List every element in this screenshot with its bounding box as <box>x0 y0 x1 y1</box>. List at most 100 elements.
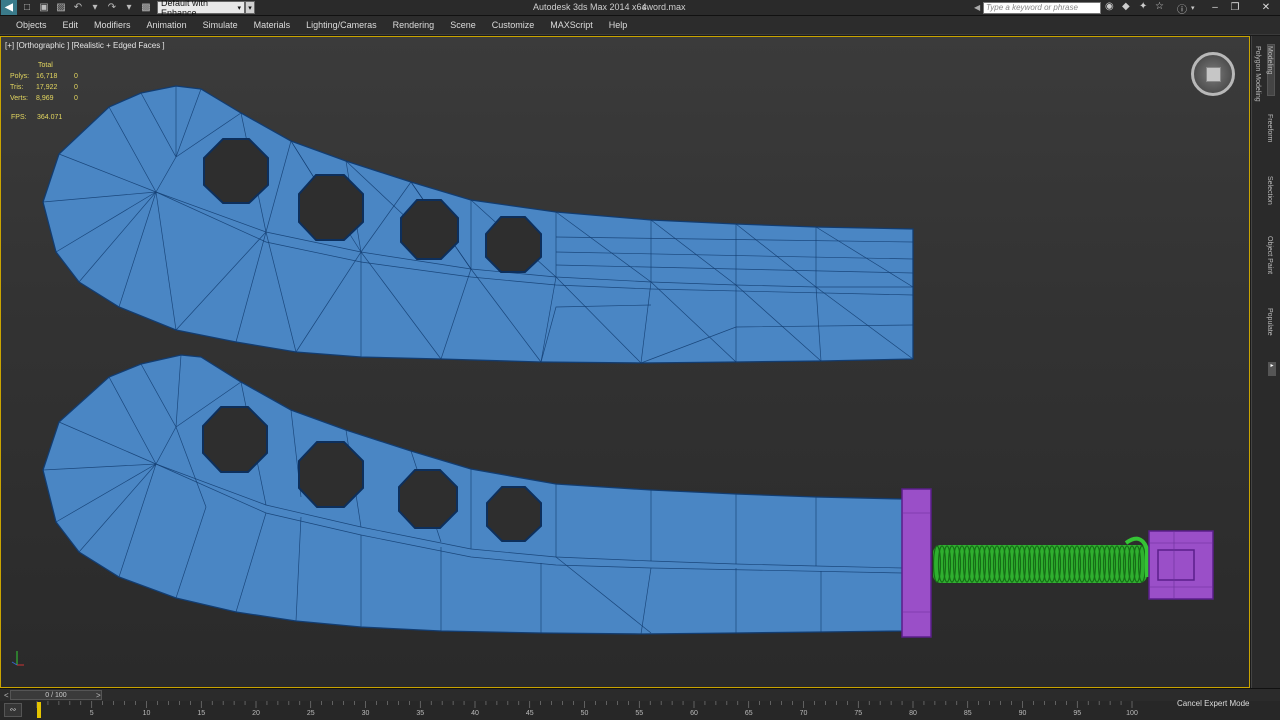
redo-icon[interactable]: ↷ <box>105 1 119 15</box>
menu-item-maxscript[interactable]: MAXScript <box>550 20 593 30</box>
track-bar-tick-label: 30 <box>361 710 370 717</box>
minimize-button[interactable]: – <box>1206 0 1224 14</box>
expand-panel-button[interactable]: ▸ <box>1268 362 1276 376</box>
track-bar-tick-label: 100 <box>1126 710 1138 717</box>
app-title: Autodesk 3ds Max 2014 x64 <box>533 2 647 12</box>
fps-readout: FPS: 364.071 <box>11 114 62 121</box>
stats-selected: 0 <box>74 95 78 102</box>
track-bar-tick-label: 5 <box>89 710 94 717</box>
fps-value: 364.071 <box>37 114 63 121</box>
undo-icon[interactable]: ↶ <box>71 1 85 15</box>
save-file-icon[interactable]: ▨ <box>54 1 68 15</box>
ribbon-tab-object-paint[interactable]: Object Paint <box>1266 236 1273 274</box>
menu-item-modifiers[interactable]: Modifiers <box>94 20 131 30</box>
time-slider-thumb[interactable]: 0 / 100 <box>10 690 102 700</box>
time-marker[interactable] <box>37 702 41 718</box>
help-dropdown-icon[interactable]: ▾ <box>1191 4 1195 12</box>
track-bar-tick-label: 50 <box>580 710 589 717</box>
subscription-icon[interactable]: ◆ <box>1122 1 1130 12</box>
menu-item-edit[interactable]: Edit <box>63 20 79 30</box>
redo-dropdown-icon[interactable]: ▾ <box>122 1 136 15</box>
track-bar-tick-label: 35 <box>416 710 425 717</box>
stats-selected: 0 <box>74 84 78 91</box>
stats-row: Tris: 17,922 0 <box>10 82 78 93</box>
sword-blade-bottom[interactable] <box>42 354 904 635</box>
menu-item-objects[interactable]: Objects <box>16 20 47 30</box>
menu-item-animation[interactable]: Animation <box>147 20 187 30</box>
track-bar-tick-label: 75 <box>854 710 863 717</box>
viewport-orthographic[interactable]: [+] [Orthographic ] [Realistic + Edged F… <box>0 36 1250 688</box>
stats-total: 16,718 <box>36 73 58 80</box>
ribbon-tab-selection[interactable]: Selection <box>1266 176 1273 205</box>
cancel-expert-mode-button[interactable]: Cancel Expert Mode <box>1177 699 1249 708</box>
stats-row: Polys: 16,718 0 <box>10 71 78 82</box>
time-slider-next-icon[interactable]: > <box>96 691 101 700</box>
restore-button[interactable]: ❐ <box>1226 0 1244 14</box>
menu-item-simulate[interactable]: Simulate <box>203 20 238 30</box>
stats-key: Polys: <box>10 73 30 80</box>
favorites-star-icon[interactable]: ☆ <box>1155 1 1164 12</box>
workspace-dropdown[interactable]: Default with Enhance ▾ <box>157 0 245 18</box>
new-file-icon[interactable]: □ <box>20 1 34 15</box>
viewcube-face[interactable] <box>1206 67 1221 82</box>
workspace-menu-button[interactable]: ▾ <box>245 1 255 14</box>
track-bar-tick-label: 90 <box>1018 710 1027 717</box>
menu-bar: Objects Edit Modifiers Animation Simulate Mat… <box>0 16 1280 35</box>
sword-grip[interactable] <box>932 536 1149 583</box>
help-search-input[interactable]: Type a keyword or phrase <box>983 2 1101 14</box>
app-logo-icon[interactable]: ◀ <box>1 0 17 15</box>
undo-dropdown-icon[interactable]: ▾ <box>88 1 102 15</box>
workspace-dropdown-label: Default with Enhance <box>161 0 209 18</box>
axis-tripod-icon <box>11 651 24 666</box>
stats-total: 17,922 <box>36 84 58 91</box>
viewport-label[interactable]: [+] [Orthographic ] [Realistic + Edged F… <box>5 41 165 50</box>
file-title: sword.max <box>642 2 686 12</box>
fps-key: FPS: <box>11 114 27 121</box>
ribbon-tab-polygon-modeling[interactable]: Polygon Modeling <box>1254 46 1261 102</box>
track-bar-tick-label: 55 <box>635 710 644 717</box>
stats-header: Total <box>38 62 53 69</box>
open-file-icon[interactable]: ▣ <box>37 1 51 15</box>
binoculars-icon[interactable]: ◉ <box>1105 1 1114 12</box>
stats-key: Verts: <box>10 95 28 102</box>
track-bar-tick-label: 60 <box>690 710 698 717</box>
track-bar-tick-label: 10 <box>142 710 151 717</box>
track-bar-tick-label: 25 <box>306 710 315 717</box>
track-bar-tick-label: 70 <box>799 710 808 717</box>
menu-item-scene[interactable]: Scene <box>450 20 476 30</box>
sword-guard[interactable] <box>901 488 932 638</box>
help-icon[interactable]: ⓘ <box>1177 1 1187 16</box>
ribbon-tab-freeform[interactable]: Freeform <box>1266 114 1273 142</box>
sword-pommel[interactable] <box>1148 530 1214 600</box>
track-bar-tick-label: 85 <box>963 710 972 717</box>
menu-item-help[interactable]: Help <box>609 20 628 30</box>
track-bar-ticks <box>36 701 1133 708</box>
track-bar-tick-label: 45 <box>525 710 534 717</box>
menu-item-lighting-cameras[interactable]: Lighting/Cameras <box>306 20 377 30</box>
stats-row: Verts: 8,969 0 <box>10 93 78 104</box>
close-button[interactable]: ✕ <box>1252 0 1280 14</box>
communication-center-icon[interactable]: ✦ <box>1139 1 1147 12</box>
stats-selected: 0 <box>74 73 78 80</box>
ribbon-tab-modeling[interactable]: Modeling <box>1266 46 1273 74</box>
track-bar-tick-label: 65 <box>744 710 753 717</box>
track-bar-tick-label: 20 <box>252 710 260 717</box>
project-folder-icon[interactable]: ▩ <box>139 1 153 15</box>
stats-key: Tris: <box>10 84 24 91</box>
ribbon-tab-populate[interactable]: Populate <box>1266 308 1273 336</box>
time-slider-prev-icon[interactable]: < <box>4 691 9 700</box>
search-expand-icon[interactable]: ◀ <box>974 3 980 12</box>
viewcube-icon[interactable] <box>1191 52 1235 96</box>
time-slider[interactable]: < 0 / 100 > <box>0 688 1280 701</box>
track-bar-tick-label: 15 <box>197 710 206 717</box>
viewport-scene <box>42 85 1214 638</box>
chevron-down-icon: ▾ <box>237 4 241 12</box>
scene-statistics: Total Polys: 16,718 0 Tris: 17,922 0 Ver… <box>10 60 78 104</box>
track-bar-tick-label: 95 <box>1073 710 1082 717</box>
stats-total: 8,969 <box>36 95 54 102</box>
track-bar-tick-label: 80 <box>909 710 917 717</box>
menu-item-rendering[interactable]: Rendering <box>393 20 435 30</box>
sword-blade-top[interactable] <box>42 85 914 364</box>
menu-item-materials[interactable]: Materials <box>254 20 291 30</box>
menu-item-customize[interactable]: Customize <box>492 20 535 30</box>
